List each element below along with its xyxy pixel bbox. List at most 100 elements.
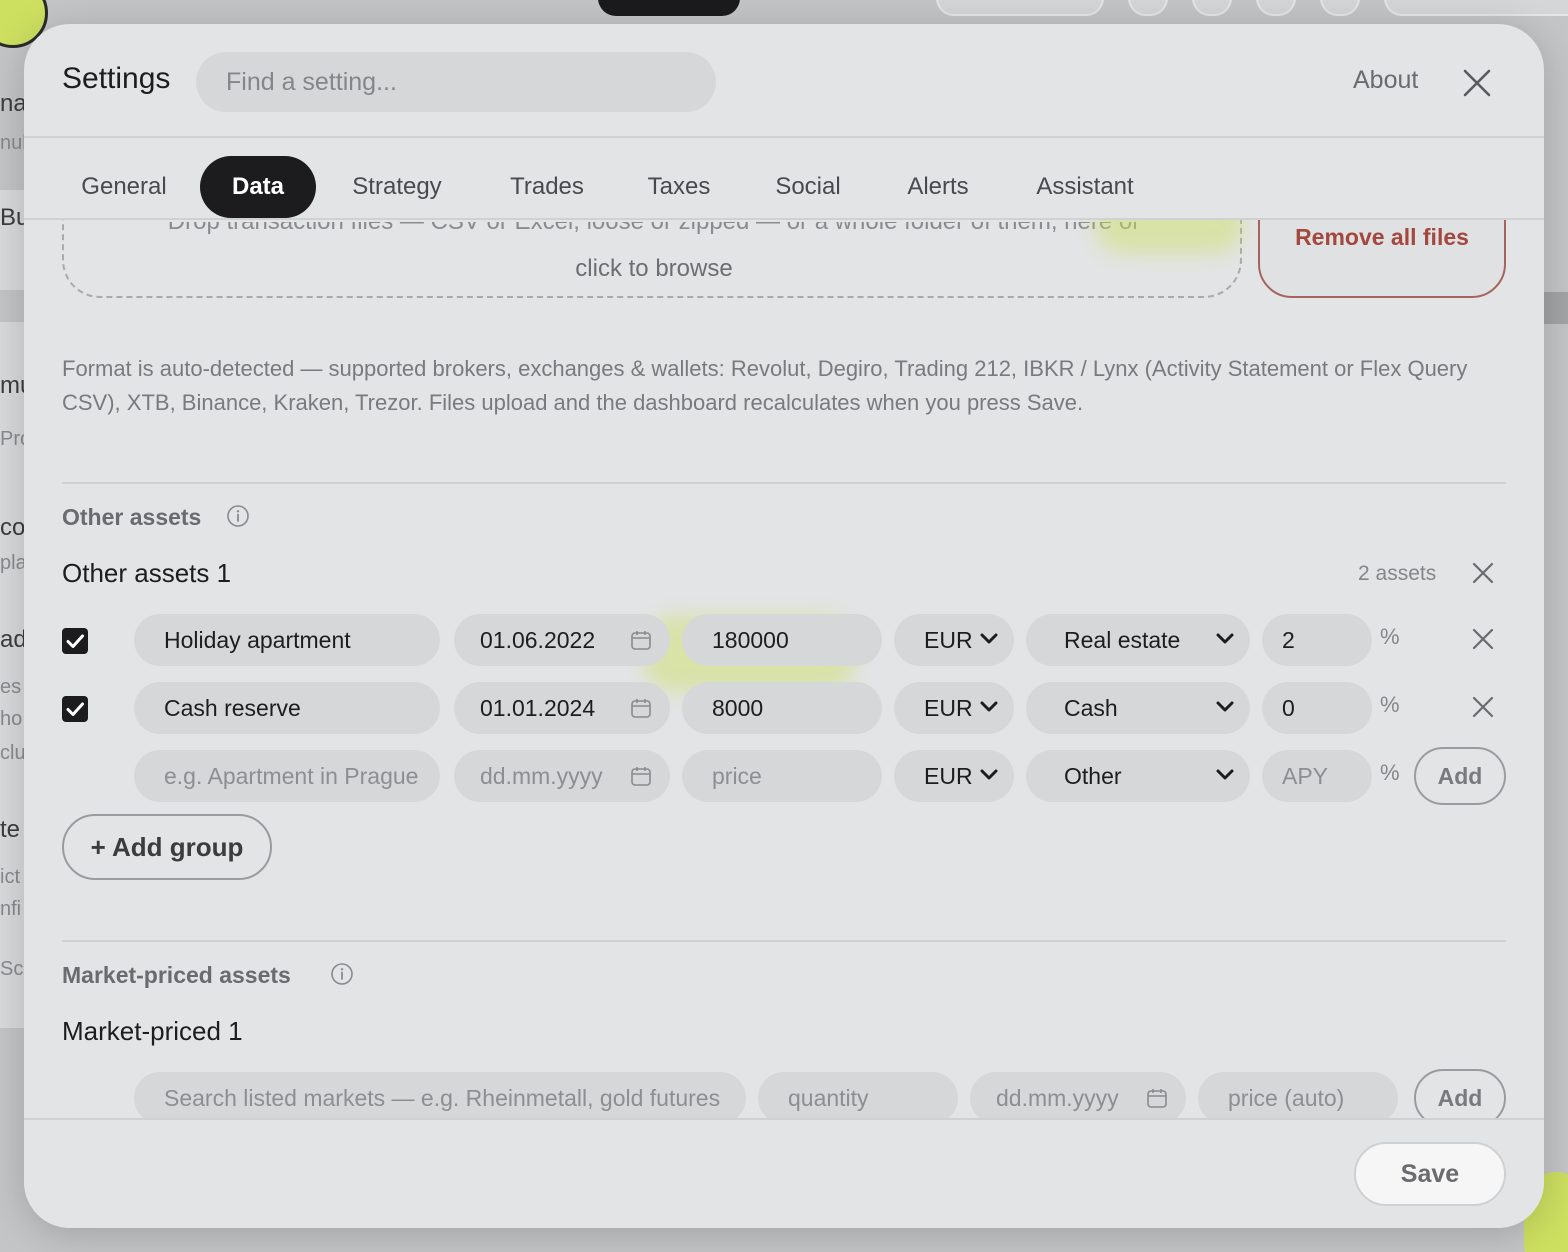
section-title-market-assets: Market-priced assets	[62, 962, 291, 988]
backdrop-text: co	[0, 514, 26, 541]
new-asset-price-input[interactable]: price	[682, 750, 882, 802]
format-note: Format is auto-detected — supported brok…	[62, 356, 1468, 415]
backdrop-nav-pill	[598, 0, 740, 16]
backdrop-text: ict	[0, 866, 20, 888]
modal-title: Settings	[62, 62, 171, 95]
tab-assistant[interactable]: Assistant	[1020, 156, 1150, 218]
close-icon[interactable]	[1460, 66, 1494, 100]
add-asset-button[interactable]: Add	[1414, 747, 1506, 805]
asset-count: 2 assets	[1358, 562, 1437, 585]
info-icon[interactable]	[226, 504, 250, 528]
percent-sign: %	[1380, 692, 1400, 717]
tab-trades[interactable]: Trades	[494, 156, 600, 218]
currency-select[interactable]: EUR	[894, 682, 1014, 734]
add-market-asset-button[interactable]: Add	[1414, 1069, 1506, 1118]
tab-alerts[interactable]: Alerts	[888, 156, 988, 218]
tab-social[interactable]: Social	[758, 156, 858, 218]
chevron-down-icon	[1216, 769, 1234, 780]
asset-enabled-checkbox[interactable]	[62, 628, 88, 654]
settings-tabs: General Data Strategy Trades Taxes Socia…	[24, 140, 1544, 220]
asset-name-input[interactable]: Cash reserve	[134, 682, 440, 734]
backdrop-text: ad	[0, 626, 26, 653]
file-dropzone[interactable]: Drop transaction files — CSV or Excel, l…	[62, 220, 1242, 298]
asset-type-value: Other	[1064, 763, 1122, 789]
chevron-down-icon	[980, 701, 998, 712]
backdrop-pill	[1384, 0, 1568, 16]
date-placeholder: dd.mm.yyyy	[480, 763, 603, 789]
backdrop-pill	[1320, 0, 1360, 16]
save-button[interactable]: Save	[1354, 1142, 1506, 1206]
apy-input[interactable]: 2	[1262, 614, 1372, 666]
about-link[interactable]: About	[1353, 66, 1418, 95]
apy-input[interactable]: 0	[1262, 682, 1372, 734]
backdrop-text: clu	[0, 742, 26, 764]
backdrop-text: Bu	[0, 204, 26, 231]
highlight-glow	[1094, 220, 1244, 254]
asset-date-input[interactable]: 01.06.2022	[454, 614, 670, 666]
asset-date-value: 01.06.2022	[480, 627, 596, 653]
remove-asset-icon[interactable]	[1470, 626, 1496, 652]
asset-date-value: 01.01.2024	[480, 695, 596, 721]
currency-value: EUR	[924, 627, 973, 653]
asset-price-input[interactable]: 8000	[682, 682, 882, 734]
asset-date-input[interactable]: 01.01.2024	[454, 682, 670, 734]
currency-value: EUR	[924, 695, 973, 721]
group-title: Market-priced 1	[62, 1016, 243, 1046]
chevron-down-icon	[980, 769, 998, 780]
new-asset-date-input[interactable]: dd.mm.yyyy	[454, 750, 670, 802]
new-asset-currency-select[interactable]: EUR	[894, 750, 1014, 802]
calendar-icon[interactable]	[630, 765, 652, 787]
asset-type-value: Cash	[1064, 695, 1118, 721]
market-search-input[interactable]: Search listed markets — e.g. Rheinmetall…	[134, 1072, 746, 1118]
tab-general[interactable]: General	[64, 156, 184, 218]
group-title: Other assets 1	[62, 558, 232, 588]
modal-footer: Save	[24, 1118, 1544, 1228]
backdrop-text: Pro	[0, 428, 26, 450]
divider	[62, 482, 1506, 484]
currency-value: EUR	[924, 763, 973, 789]
asset-price-input[interactable]: 180000	[682, 614, 882, 666]
dropzone-hint-text: Drop transaction files — CSV or Excel, l…	[64, 222, 1244, 236]
new-asset-type-select[interactable]: Other	[1026, 750, 1250, 802]
click-to-browse-link[interactable]: click to browse	[64, 255, 1244, 283]
backdrop-text: mu	[0, 372, 26, 399]
remove-all-files-button[interactable]: Remove all files	[1258, 220, 1506, 298]
new-asset-apy-input[interactable]: APY	[1262, 750, 1372, 802]
modal-header: Settings About	[24, 24, 1544, 138]
new-asset-row: e.g. Apartment in Prague dd.mm.yyyy pric…	[24, 747, 1544, 805]
calendar-icon[interactable]	[630, 629, 652, 651]
calendar-icon[interactable]	[1146, 1087, 1168, 1109]
settings-search-input[interactable]	[196, 52, 716, 112]
asset-type-select[interactable]: Real estate	[1026, 614, 1250, 666]
asset-enabled-checkbox[interactable]	[62, 696, 88, 722]
calendar-icon[interactable]	[630, 697, 652, 719]
quantity-input[interactable]: quantity	[758, 1072, 958, 1118]
backdrop-pill	[936, 0, 1104, 16]
tab-taxes[interactable]: Taxes	[634, 156, 724, 218]
info-icon[interactable]	[330, 962, 354, 986]
checkmark-icon	[66, 634, 84, 648]
percent-sign: %	[1380, 624, 1400, 649]
tab-strategy[interactable]: Strategy	[334, 156, 460, 218]
backdrop-text: Sc	[0, 958, 24, 980]
backdrop-pill	[1256, 0, 1296, 16]
percent-sign: %	[1380, 760, 1400, 785]
new-asset-name-input[interactable]: e.g. Apartment in Prague	[134, 750, 440, 802]
market-price-input[interactable]: price (auto)	[1198, 1072, 1398, 1118]
chevron-down-icon	[1216, 633, 1234, 644]
section-title-other-assets: Other assets	[62, 504, 202, 530]
asset-type-select[interactable]: Cash	[1026, 682, 1250, 734]
settings-modal: Settings About General Data Strategy Tra…	[24, 24, 1544, 1228]
tab-data[interactable]: Data	[200, 156, 316, 218]
backdrop-text: na	[0, 90, 26, 117]
remove-asset-icon[interactable]	[1470, 694, 1496, 720]
backdrop-text: es	[0, 676, 22, 698]
backdrop-pill	[1192, 0, 1232, 16]
new-market-asset-row: Search listed markets — e.g. Rheinmetall…	[24, 1069, 1544, 1118]
market-date-input[interactable]: dd.mm.yyyy	[970, 1072, 1186, 1118]
add-group-button[interactable]: + Add group	[62, 814, 272, 880]
remove-group-icon[interactable]	[1470, 560, 1496, 586]
currency-select[interactable]: EUR	[894, 614, 1014, 666]
asset-name-input[interactable]: Holiday apartment	[134, 614, 440, 666]
backdrop-text: ho	[0, 708, 23, 730]
